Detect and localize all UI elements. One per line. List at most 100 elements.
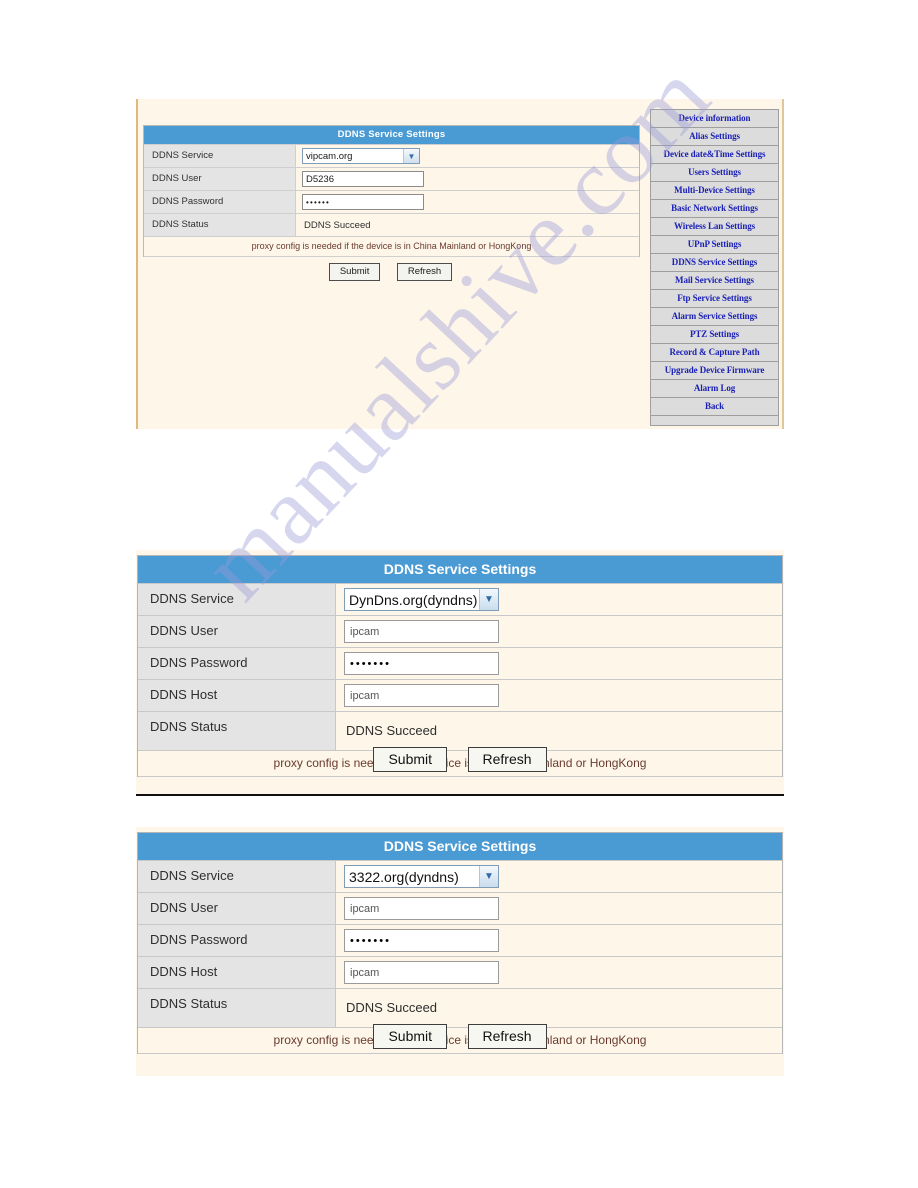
ddns-user-input[interactable]: ipcam (344, 897, 499, 920)
sidebar-item-alarm-log[interactable]: Alarm Log (651, 380, 778, 398)
ddns-user-input[interactable]: D5236 (302, 171, 424, 187)
ddns-service-select[interactable]: DynDns.org(dyndns) ▼ (344, 588, 499, 611)
sidebar-item-basic-network-settings[interactable]: Basic Network Settings (651, 200, 778, 218)
panel-title: DDNS Service Settings (144, 126, 639, 144)
sidebar-item-alias-settings[interactable]: Alias Settings (651, 128, 778, 146)
ddns-service-select[interactable]: vipcam.org ▼ (302, 148, 420, 164)
ddns-user-input[interactable]: ipcam (344, 620, 499, 643)
row-label: DDNS Host (138, 957, 336, 988)
row-label: DDNS Status (144, 214, 296, 236)
row-field: DynDns.org(dyndns) ▼ (336, 584, 782, 615)
ddns-host-input[interactable]: ipcam (344, 961, 499, 984)
row-field: vipcam.org ▼ (296, 145, 639, 167)
form-row-ddns-host: DDNS Host ipcam (138, 679, 782, 711)
row-field: ipcam (336, 680, 782, 711)
sidebar-item-multi-device-settings[interactable]: Multi-Device Settings (651, 182, 778, 200)
chevron-down-icon: ▼ (479, 866, 498, 887)
submit-button[interactable]: Submit (373, 747, 448, 772)
sidebar-item-alarm-service-settings[interactable]: Alarm Service Settings (651, 308, 778, 326)
row-label: DDNS User (144, 168, 296, 190)
sidebar-item-mail-service-settings[interactable]: Mail Service Settings (651, 272, 778, 290)
row-label: DDNS User (138, 893, 336, 924)
row-field: ••••••• (336, 925, 782, 956)
sidebar-item-upnp-settings[interactable]: UPnP Settings (651, 236, 778, 254)
form-row-ddns-user: DDNS User ipcam (138, 615, 782, 647)
row-field: DDNS Succeed (336, 989, 782, 1027)
form-row-ddns-status: DDNS Status DDNS Succeed (144, 213, 639, 236)
ddns-settings-form-3322: DDNS Service Settings DDNS Service 3322.… (137, 832, 783, 1054)
sidebar-item-ftp-service-settings[interactable]: Ftp Service Settings (651, 290, 778, 308)
form-row-ddns-service: DDNS Service vipcam.org ▼ (144, 144, 639, 167)
form-row-ddns-user: DDNS User ipcam (138, 892, 782, 924)
sidebar-item-users-settings[interactable]: Users Settings (651, 164, 778, 182)
form-row-ddns-service: DDNS Service DynDns.org(dyndns) ▼ (138, 583, 782, 615)
sidebar-item-wireless-lan-settings[interactable]: Wireless Lan Settings (651, 218, 778, 236)
row-label: DDNS Service (138, 861, 336, 892)
form-actions: Submit Refresh (137, 747, 783, 772)
row-field: ipcam (336, 893, 782, 924)
ddns-settings-form-dyndns: DDNS Service Settings DDNS Service DynDn… (137, 555, 783, 777)
chevron-down-icon: ▼ (403, 149, 419, 163)
form-row-ddns-host: DDNS Host ipcam (138, 956, 782, 988)
row-label: DDNS User (138, 616, 336, 647)
ddns-settings-panel-dyndns: DDNS Service Settings DDNS Service DynDn… (136, 550, 784, 796)
refresh-button[interactable]: Refresh (396, 263, 453, 281)
panel-divider (136, 794, 784, 796)
form-row-ddns-service: DDNS Service 3322.org(dyndns) ▼ (138, 860, 782, 892)
row-field: ••••••• (336, 648, 782, 679)
sidebar-item-record-capture-path[interactable]: Record & Capture Path (651, 344, 778, 362)
row-label: DDNS Host (138, 680, 336, 711)
ddns-service-select-value: vipcam.org (306, 150, 353, 162)
form-row-ddns-status: DDNS Status DDNS Succeed (138, 711, 782, 750)
form-row-ddns-password: DDNS Password ••••••• (138, 647, 782, 679)
row-field: ipcam (336, 616, 782, 647)
row-field: 3322.org(dyndns) ▼ (336, 861, 782, 892)
form-row-ddns-password: DDNS Password ••••••• (138, 924, 782, 956)
chevron-down-icon: ▼ (479, 589, 498, 610)
form-row-ddns-user: DDNS User D5236 (144, 167, 639, 190)
ddns-service-select[interactable]: 3322.org(dyndns) ▼ (344, 865, 499, 888)
row-field: ipcam (336, 957, 782, 988)
sidebar-item-device-information[interactable]: Device information (651, 110, 778, 128)
form-actions: Submit Refresh (137, 1024, 783, 1049)
ddns-password-input[interactable]: •••••• (302, 194, 424, 210)
row-field: •••••• (296, 191, 639, 213)
row-field: D5236 (296, 168, 639, 190)
ddns-service-select-value: 3322.org(dyndns) (349, 868, 459, 885)
row-label: DDNS Status (138, 712, 336, 750)
submit-button[interactable]: Submit (373, 1024, 448, 1049)
ddns-service-select-value: DynDns.org(dyndns) (349, 591, 478, 608)
form-actions-small: Submit Refresh (143, 261, 638, 281)
form-row-ddns-password: DDNS Password •••••• (144, 190, 639, 213)
row-label: DDNS Password (144, 191, 296, 213)
panel-title: DDNS Service Settings (138, 833, 782, 860)
panel-title: DDNS Service Settings (138, 556, 782, 583)
settings-sidebar: Device information Alias Settings Device… (650, 109, 779, 426)
row-field: DDNS Succeed (296, 214, 639, 236)
ddns-settings-panel-small: DDNS Service Settings DDNS Service vipca… (136, 99, 784, 429)
proxy-config-note: proxy config is needed if the device is … (144, 236, 639, 257)
row-field: DDNS Succeed (336, 712, 782, 750)
ddns-host-input[interactable]: ipcam (344, 684, 499, 707)
ddns-status-value: DDNS Succeed (304, 219, 371, 231)
row-label: DDNS Service (138, 584, 336, 615)
sidebar-item-back[interactable]: Back (651, 398, 778, 416)
row-label: DDNS Password (138, 648, 336, 679)
ddns-password-input[interactable]: ••••••• (344, 652, 499, 675)
refresh-button[interactable]: Refresh (467, 1024, 547, 1049)
submit-button[interactable]: Submit (328, 263, 381, 281)
ddns-status-value: DDNS Succeed (346, 1000, 438, 1015)
ddns-settings-panel-3322: DDNS Service Settings DDNS Service 3322.… (136, 827, 784, 1076)
sidebar-item-device-date-time[interactable]: Device date&Time Settings (651, 146, 778, 164)
sidebar-item-ptz-settings[interactable]: PTZ Settings (651, 326, 778, 344)
sidebar-item-upgrade-device-firmware[interactable]: Upgrade Device Firmware (651, 362, 778, 380)
row-label: DDNS Status (138, 989, 336, 1027)
ddns-status-value: DDNS Succeed (346, 723, 438, 738)
form-row-ddns-status: DDNS Status DDNS Succeed (138, 988, 782, 1027)
row-label: DDNS Service (144, 145, 296, 167)
row-label: DDNS Password (138, 925, 336, 956)
ddns-settings-form-small: DDNS Service Settings DDNS Service vipca… (143, 125, 640, 257)
sidebar-item-ddns-service-settings[interactable]: DDNS Service Settings (651, 254, 778, 272)
refresh-button[interactable]: Refresh (467, 747, 547, 772)
ddns-password-input[interactable]: ••••••• (344, 929, 499, 952)
